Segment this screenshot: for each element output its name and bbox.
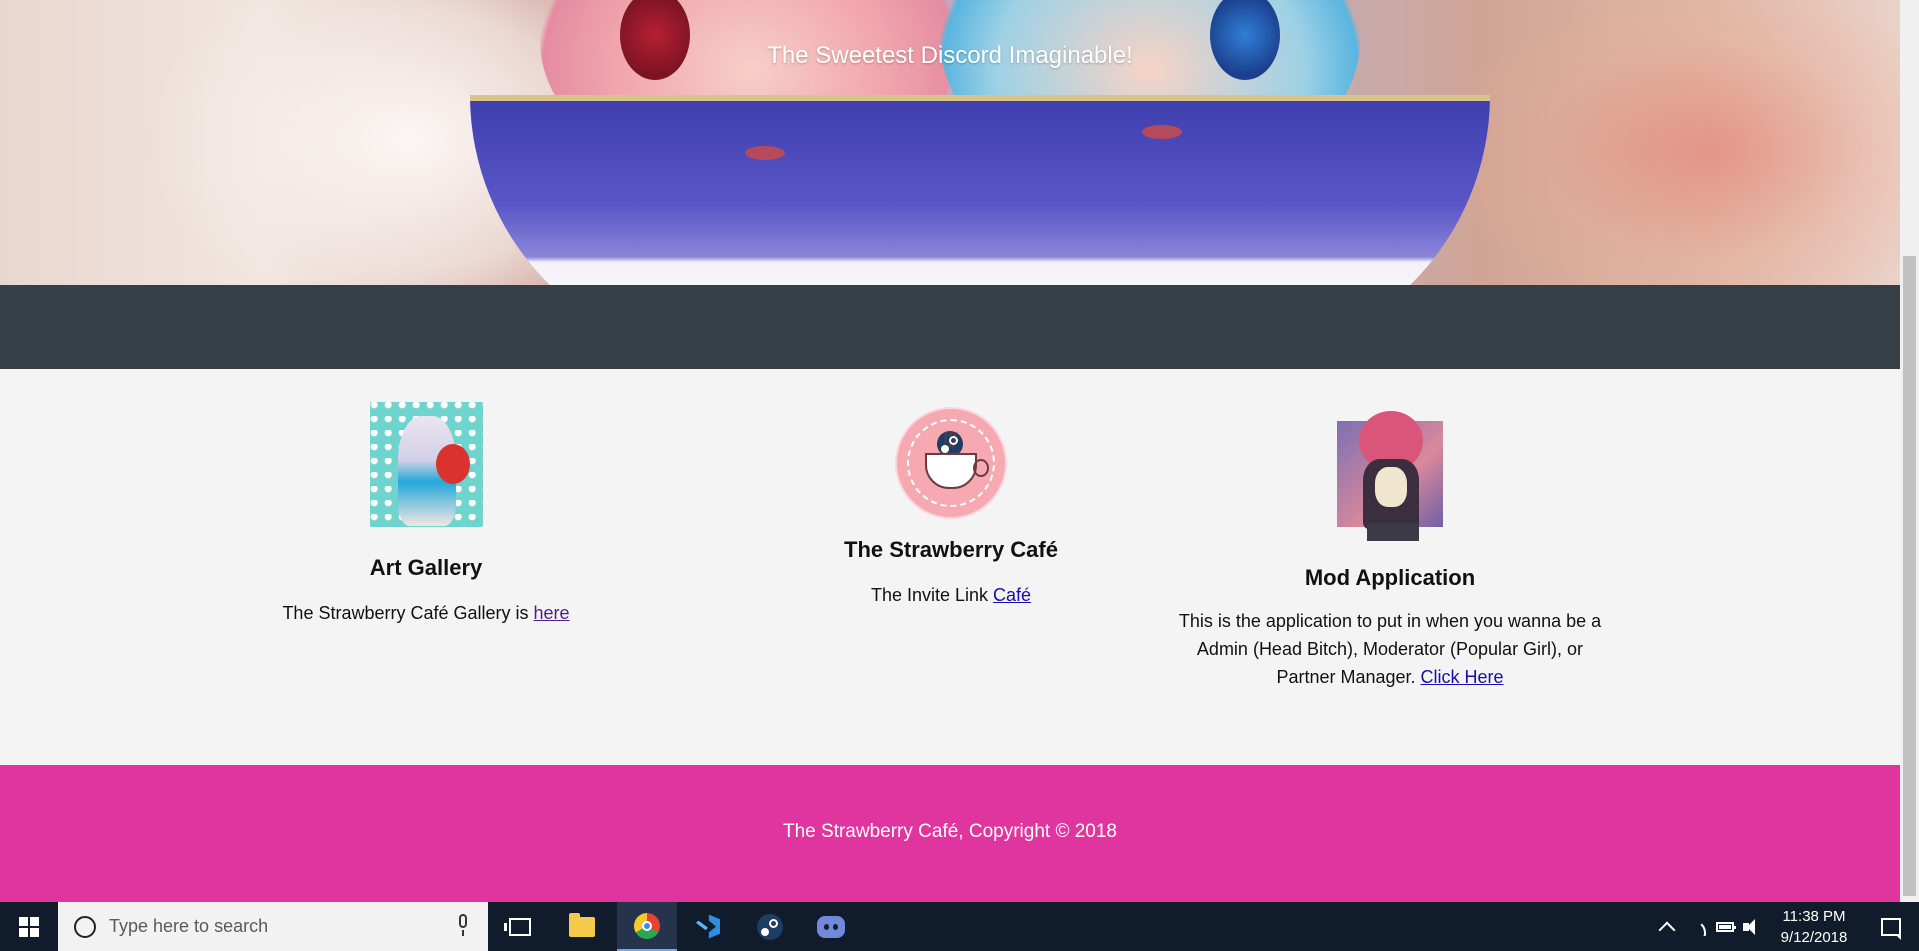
volume-button[interactable] — [1740, 902, 1764, 951]
vertical-scrollbar[interactable] — [1900, 0, 1919, 902]
notification-icon — [1881, 917, 1901, 940]
task-view-button[interactable] — [492, 902, 548, 951]
card-text: The Invite Link Café — [870, 585, 1032, 605]
taskbar: Type here to search 11:38 PM 9/12/2018 — [0, 902, 1919, 951]
microphone-icon[interactable] — [456, 914, 470, 938]
footer: The Strawberry Café, Copyright © 2018 — [0, 765, 1900, 902]
clock-time: 11:38 PM — [1782, 908, 1846, 925]
search-placeholder: Type here to search — [109, 916, 269, 936]
card-text: The Strawberry Café Gallery is here — [282, 603, 570, 623]
gallery-link[interactable]: here — [534, 603, 570, 623]
file-explorer-icon — [569, 912, 595, 937]
cards-section: Art Gallery The Strawberry Café Gallery … — [0, 369, 1900, 765]
scrollbar-thumb[interactable] — [1903, 256, 1916, 896]
clock-date: 9/12/2018 — [1780, 929, 1848, 946]
taskbar-search-box[interactable]: Type here to search — [58, 902, 488, 951]
card-title: The Strawberry Café — [844, 537, 1058, 562]
art-gallery-avatar — [369, 402, 483, 527]
network-button[interactable] — [1684, 902, 1710, 951]
windows-icon — [19, 916, 39, 937]
card-strawberry-cafe: ∫∫∫ The Strawberry Café The Invite Link … — [725, 407, 1177, 609]
discord-button[interactable] — [803, 902, 859, 951]
card-title: Mod Application — [1304, 565, 1476, 590]
chrome-button[interactable] — [617, 902, 677, 951]
chevron-up-icon — [1658, 921, 1676, 938]
show-hidden-icons-button[interactable] — [1652, 902, 1682, 951]
file-explorer-button[interactable] — [554, 902, 610, 951]
discord-icon — [817, 915, 845, 938]
battery-icon — [1716, 921, 1736, 932]
footer-copyright: The Strawberry Café, Copyright © 2018 — [783, 821, 1117, 842]
strawberry-cafe-logo: ∫∫∫ — [895, 407, 1007, 519]
hero-mouth — [1142, 125, 1182, 139]
card-title: Art Gallery — [369, 555, 483, 580]
steam-icon — [757, 913, 783, 940]
hero-banner: The Sweetest Discord Imaginable! — [0, 0, 1900, 285]
hero-teacup — [470, 95, 1490, 285]
vscode-icon — [696, 915, 720, 939]
mod-application-avatar — [1337, 411, 1443, 541]
battery-button[interactable] — [1712, 902, 1738, 951]
mod-application-link[interactable]: Click Here — [1421, 667, 1504, 687]
cortana-icon — [74, 916, 96, 938]
card-text: This is the application to put in when y… — [1178, 611, 1602, 687]
hero-mouth — [745, 146, 785, 160]
chrome-icon — [634, 912, 660, 939]
volume-icon — [1743, 918, 1761, 935]
web-page: The Sweetest Discord Imaginable! Art Gal… — [0, 0, 1900, 902]
dark-band — [0, 285, 1900, 369]
invite-link[interactable]: Café — [993, 585, 1031, 605]
start-button[interactable] — [0, 902, 58, 951]
action-center-button[interactable] — [1866, 902, 1916, 951]
vscode-button[interactable] — [680, 902, 736, 951]
card-mod-application: Mod Application This is the application … — [1160, 411, 1620, 691]
card-art-gallery: Art Gallery The Strawberry Café Gallery … — [200, 402, 652, 627]
steam-button[interactable] — [742, 902, 798, 951]
task-view-icon — [504, 917, 531, 936]
wifi-icon — [1688, 918, 1706, 936]
taskbar-clock[interactable]: 11:38 PM 9/12/2018 — [1764, 906, 1864, 948]
hero-title: The Sweetest Discord Imaginable! — [767, 42, 1133, 69]
